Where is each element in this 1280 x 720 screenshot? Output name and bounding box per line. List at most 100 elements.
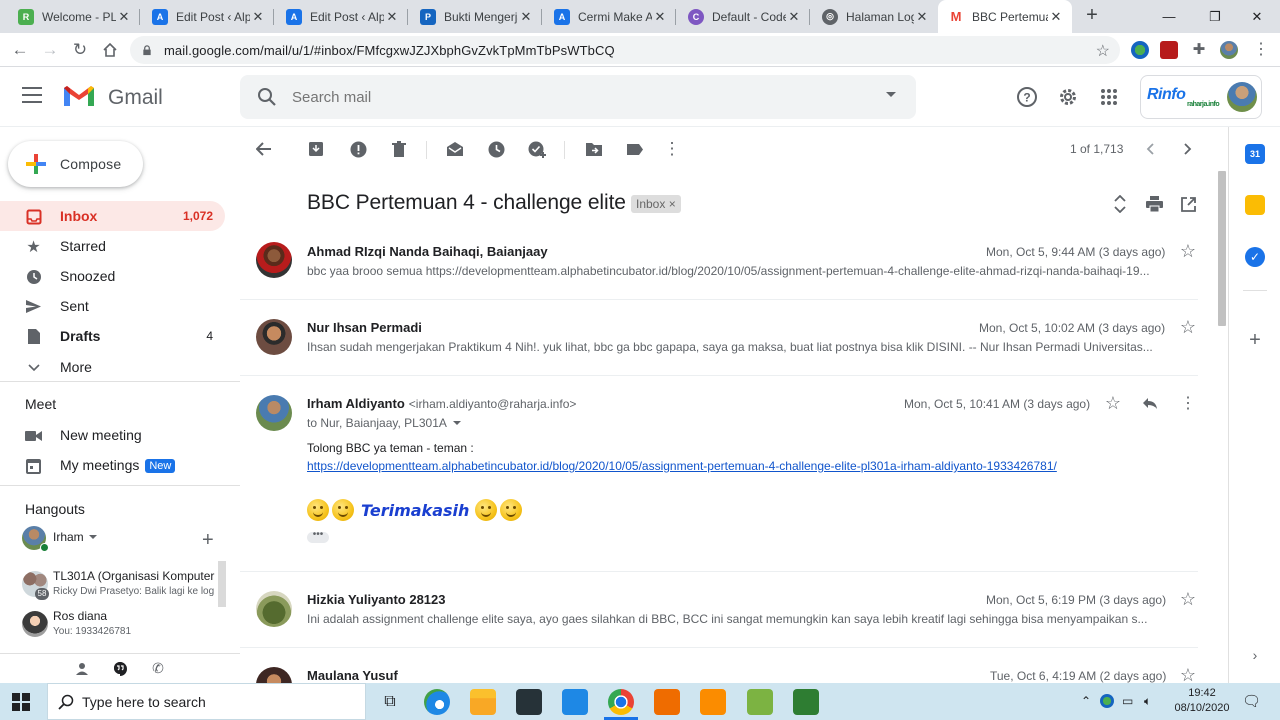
open-new-window-icon[interactable] [1178, 194, 1198, 214]
assignment-link[interactable]: https://developmentteam.alphabetincubato… [307, 459, 1057, 473]
sidebar-item-drafts[interactable]: Drafts 4 [0, 321, 225, 351]
hangouts-scrollbar[interactable] [218, 561, 226, 607]
add-to-tasks-icon[interactable] [527, 139, 547, 159]
collapsed-message[interactable]: Maulana Yusuf Tue, Oct 6, 4:19 AM (2 day… [240, 648, 1198, 683]
inbox-label-chip[interactable]: Inbox × [631, 195, 681, 213]
main-menu-icon[interactable] [22, 87, 42, 103]
get-addons-plus-icon[interactable]: + [1245, 330, 1265, 350]
store-icon[interactable] [516, 689, 542, 715]
tasks-app-icon[interactable]: ✓ [1245, 247, 1265, 267]
close-tab-icon[interactable]: ✕ [250, 9, 266, 25]
tray-volume-icon[interactable]: 🔈︎ [1144, 694, 1151, 709]
collapsed-message[interactable]: Hizkia Yuliyanto 28123 Mon, Oct 5, 6:19 … [240, 572, 1198, 648]
star-message-icon[interactable]: ☆ [1103, 393, 1123, 413]
phone-icon[interactable]: ✆ [147, 658, 169, 680]
collapsed-message[interactable]: Ahmad RIzqi Nanda Baihaqi, Baianjaay Mon… [240, 229, 1198, 300]
back-to-inbox-button[interactable] [254, 139, 274, 159]
android-app-icon[interactable] [747, 689, 773, 715]
label-tag-icon[interactable] [625, 139, 645, 159]
close-tab-icon[interactable]: ✕ [914, 9, 930, 25]
delete-trash-icon[interactable] [389, 139, 409, 159]
reply-icon[interactable] [1140, 393, 1160, 413]
sublime-text-icon[interactable] [654, 689, 680, 715]
sidebar-item-starred[interactable]: ★ Starred [0, 231, 225, 261]
close-tab-icon[interactable]: ✕ [786, 9, 802, 25]
taskbar-search-box[interactable]: Type here to search [47, 683, 366, 720]
show-side-panel-chevron-icon[interactable]: › [1245, 645, 1265, 665]
sidebar-item-sent[interactable]: Sent [0, 291, 225, 321]
edge-browser-icon[interactable] [424, 689, 450, 715]
apps-grid-icon[interactable] [1097, 85, 1121, 109]
my-meetings-button[interactable]: My meetings New [0, 450, 225, 480]
back-button[interactable]: ← [8, 38, 32, 62]
calendar-app-icon[interactable]: 31 [1245, 144, 1265, 164]
newer-chevron-left-icon[interactable] [1140, 139, 1160, 159]
minimize-button[interactable]: — [1146, 0, 1192, 33]
account-switcher[interactable]: Rinfo raharja.info [1140, 75, 1262, 119]
older-chevron-right-icon[interactable] [1178, 139, 1198, 159]
hangouts-chat-icon[interactable] [109, 658, 131, 680]
support-icon[interactable]: ? [1015, 85, 1039, 109]
remove-label-icon[interactable]: × [669, 197, 676, 211]
browser-tab[interactable]: A Cermi Make A ✕ [544, 0, 676, 33]
reload-button[interactable]: ↻ [68, 38, 92, 62]
sidebar-item-more[interactable]: More [0, 352, 225, 382]
report-spam-icon[interactable] [348, 139, 368, 159]
archive-icon[interactable] [306, 139, 326, 159]
star-message-icon[interactable]: ☆ [1178, 317, 1198, 337]
star-message-icon[interactable]: ☆ [1178, 665, 1198, 684]
tray-globe-icon[interactable] [1100, 694, 1114, 708]
excel-like-app-icon[interactable] [793, 689, 819, 715]
notifications-icon[interactable]: 🗨︎ [1242, 692, 1261, 710]
keep-app-icon[interactable] [1245, 195, 1265, 215]
search-options-icon[interactable] [886, 92, 896, 97]
browser-tab[interactable]: A Edit Post ‹ Alph ✕ [142, 0, 274, 33]
show-trimmed-content-button[interactable]: ••• [307, 530, 329, 543]
scrollbar-thumb[interactable] [1218, 171, 1226, 326]
task-view-icon[interactable]: ⧉ [377, 689, 403, 715]
more-actions-icon[interactable]: ⋮ [662, 139, 682, 159]
extensions-puzzle-icon[interactable]: ✚ [1190, 41, 1208, 59]
sidebar-item-inbox[interactable]: Inbox 1,072 [0, 201, 225, 231]
search-input[interactable] [292, 85, 852, 109]
xampp-icon[interactable] [700, 689, 726, 715]
expand-all-icon[interactable] [1110, 194, 1130, 214]
collapsed-message[interactable]: Nur Ihsan Permadi Mon, Oct 5, 10:02 AM (… [240, 300, 1198, 376]
move-to-folder-icon[interactable] [584, 139, 604, 159]
mail-app-icon[interactable] [562, 689, 588, 715]
browser-tab[interactable]: A Edit Post ‹ Alph ✕ [276, 0, 408, 33]
settings-gear-icon[interactable] [1056, 85, 1080, 109]
show-hidden-icons-chevron-icon[interactable]: ⌃ [1081, 694, 1091, 708]
forward-button[interactable]: → [38, 38, 62, 62]
browser-tab[interactable]: P Bukti Mengerjak ✕ [410, 0, 542, 33]
hangouts-conversation[interactable]: Ros diana You: 1933426781 [0, 607, 225, 643]
contacts-person-icon[interactable] [71, 658, 93, 680]
omnibox[interactable]: mail.google.com/mail/u/1/#inbox/FMfcgxwJ… [130, 36, 1120, 64]
new-conversation-button[interactable]: + [202, 529, 214, 552]
snooze-clock-icon[interactable] [486, 139, 506, 159]
message-more-icon[interactable]: ⋮ [1178, 393, 1198, 413]
close-tab-icon[interactable]: ✕ [652, 9, 668, 25]
close-tab-icon[interactable]: ✕ [116, 9, 132, 25]
recipients-dropdown[interactable]: to Nur, Baianjaay, PL301A [307, 416, 461, 430]
new-meeting-button[interactable]: New meeting [0, 420, 225, 450]
hangouts-user-status[interactable]: Irham [22, 526, 232, 552]
chrome-icon[interactable] [608, 689, 634, 715]
browser-tab[interactable]: R Welcome - PL301 ✕ [8, 0, 140, 33]
close-tab-icon[interactable]: ✕ [518, 9, 534, 25]
account-avatar[interactable] [1227, 82, 1257, 112]
new-tab-button[interactable]: + [1082, 5, 1102, 26]
close-window-button[interactable]: ✕ [1234, 0, 1280, 33]
tray-network-icon[interactable]: ▭ [1122, 694, 1133, 708]
star-message-icon[interactable]: ☆ [1178, 589, 1198, 609]
bookmark-star-icon[interactable]: ☆ [1096, 41, 1110, 61]
extension-globe-icon[interactable] [1131, 41, 1149, 59]
search-bar[interactable] [240, 75, 916, 119]
close-tab-icon[interactable]: ✕ [1048, 9, 1064, 25]
compose-button[interactable]: Compose [8, 141, 143, 187]
profile-avatar[interactable] [1220, 41, 1238, 59]
sidebar-item-snoozed[interactable]: Snoozed [0, 261, 225, 291]
windows-start-icon[interactable] [12, 693, 30, 711]
file-explorer-icon[interactable] [470, 689, 496, 715]
browser-tab[interactable]: ◎ Halaman Login ✕ [812, 0, 938, 33]
